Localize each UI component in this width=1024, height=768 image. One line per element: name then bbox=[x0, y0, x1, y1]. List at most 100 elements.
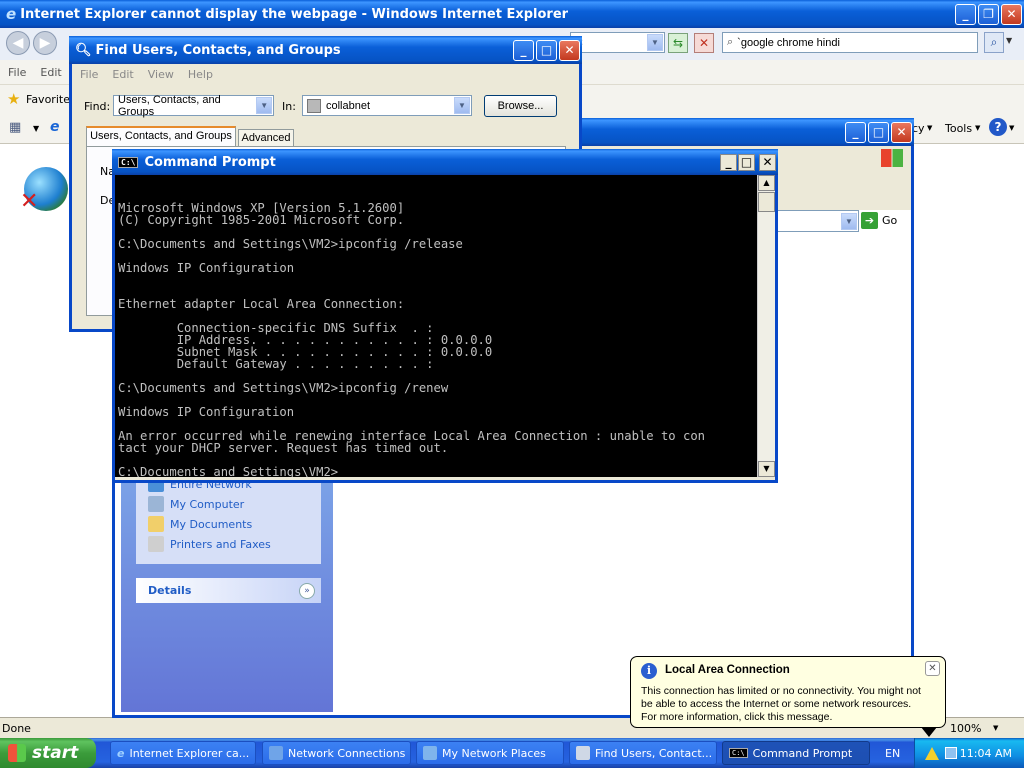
windows-logo-icon bbox=[8, 744, 26, 762]
cmd-line: (C) Copyright 1985-2001 Microsoft Corp. bbox=[118, 213, 405, 227]
explorer-address-bar[interactable]: ▼ bbox=[775, 210, 859, 232]
status-text: Done bbox=[2, 722, 31, 735]
task-find-icon bbox=[576, 746, 590, 760]
page-menu-arrow-icon[interactable]: ▼ bbox=[927, 124, 932, 132]
ie-minimize-button[interactable]: _ bbox=[955, 3, 976, 25]
ie-error-x-icon: ✕ bbox=[20, 189, 39, 214]
find-minimize-button[interactable]: _ bbox=[513, 39, 534, 61]
task-command-prompt[interactable]: C:\ Command Prompt bbox=[722, 741, 870, 765]
domain-icon bbox=[307, 98, 321, 113]
find-menu-file[interactable]: File bbox=[80, 68, 98, 81]
in-location-dropdown-icon[interactable]: ▼ bbox=[454, 97, 470, 114]
cmd-title-bar[interactable]: C:\ Command Prompt _ □ ✕ bbox=[112, 149, 778, 175]
cmd-maximize-button[interactable]: □ bbox=[738, 153, 755, 171]
cmd-output[interactable]: Microsoft Windows XP [Version 5.1.2600](… bbox=[115, 175, 757, 477]
balloon-close-button[interactable]: ✕ bbox=[925, 661, 940, 676]
find-menu-help[interactable]: Help bbox=[188, 68, 213, 81]
clock: 11:04 AM bbox=[959, 746, 1012, 760]
in-label: In: bbox=[282, 100, 296, 113]
explorer-close-button[interactable]: ✕ bbox=[891, 121, 912, 143]
details-expand-icon[interactable]: » bbox=[299, 582, 315, 599]
refresh-icon[interactable]: ⇆ bbox=[668, 33, 688, 53]
place-my-computer[interactable]: My Computer bbox=[148, 494, 244, 514]
find-maximize-button[interactable]: □ bbox=[536, 39, 557, 61]
ie-title: Internet Explorer cannot display the web… bbox=[20, 6, 569, 22]
search-input[interactable]: ⌕ `google chrome hindi bbox=[722, 32, 978, 53]
favorites-star-icon: ★ bbox=[7, 90, 21, 108]
cmd-minimize-button[interactable]: _ bbox=[720, 153, 737, 171]
quick-tabs-icon[interactable]: ▦ bbox=[9, 120, 21, 135]
balloon-line-1: This connection has limited or no connec… bbox=[641, 685, 921, 697]
cmd-window-icon: C:\ bbox=[118, 156, 139, 168]
scroll-thumb[interactable] bbox=[758, 192, 775, 212]
address-dropdown-icon[interactable]: ▼ bbox=[647, 34, 663, 51]
tray-network-icon[interactable] bbox=[945, 747, 957, 759]
ie-menu-file[interactable]: File bbox=[8, 66, 26, 79]
task-cmd-icon: C:\ bbox=[729, 748, 748, 758]
find-type-dropdown-icon[interactable]: ▼ bbox=[256, 97, 272, 114]
browse-button[interactable]: Browse... bbox=[484, 95, 557, 117]
explorer-task-pane: Entire Network My Computer My Documents … bbox=[121, 476, 333, 712]
cmd-line bbox=[118, 274, 757, 286]
taskbar: start e Internet Explorer ca... Network … bbox=[0, 738, 1024, 768]
language-indicator[interactable]: EN bbox=[885, 747, 900, 760]
page-tab-icon[interactable]: e bbox=[50, 119, 60, 135]
stop-icon[interactable]: ✕ bbox=[694, 33, 714, 53]
in-location-select[interactable]: collabnet ▼ bbox=[302, 95, 472, 116]
cmd-title: Command Prompt bbox=[144, 154, 276, 170]
scroll-down-icon[interactable]: ▼ bbox=[758, 461, 775, 477]
explorer-address-dropdown-icon[interactable]: ▼ bbox=[841, 212, 857, 230]
help-arrow-icon[interactable]: ▼ bbox=[1009, 124, 1014, 132]
find-type-select[interactable]: Users, Contacts, and Groups ▼ bbox=[113, 94, 274, 118]
scroll-up-icon[interactable]: ▲ bbox=[758, 175, 775, 191]
find-label: Find: bbox=[84, 100, 111, 113]
explorer-go-button[interactable]: ➔ Go bbox=[861, 212, 897, 229]
cmd-close-button[interactable]: ✕ bbox=[759, 153, 776, 171]
search-options-icon[interactable]: ▼ bbox=[1006, 36, 1012, 45]
explorer-maximize-button[interactable]: □ bbox=[868, 121, 889, 143]
task-ie[interactable]: e Internet Explorer ca... bbox=[110, 741, 256, 765]
task-network-connections[interactable]: Network Connections bbox=[262, 741, 411, 765]
back-icon[interactable]: ◀ bbox=[6, 31, 30, 55]
tab-users-contacts-groups[interactable]: Users, Contacts, and Groups bbox=[86, 126, 236, 146]
ie-restore-button[interactable]: ❐ bbox=[978, 3, 999, 25]
balloon-title: Local Area Connection bbox=[665, 664, 790, 676]
cmd-line: Default Gateway . . . . . . . . . : bbox=[118, 357, 434, 371]
cmd-line: tact your DHCP server. Request has timed… bbox=[118, 441, 449, 455]
find-close-button[interactable]: ✕ bbox=[559, 39, 580, 61]
cmd-lines: Microsoft Windows XP [Version 5.1.2600](… bbox=[118, 202, 757, 477]
ie-title-bar[interactable]: e Internet Explorer cannot display the w… bbox=[0, 0, 1024, 28]
cmd-scrollbar[interactable]: ▲ ▼ bbox=[757, 175, 775, 477]
details-panel-header[interactable]: Details » bbox=[136, 578, 321, 603]
cmd-line: Windows IP Configuration bbox=[118, 261, 295, 275]
ie-menu-edit[interactable]: Edit bbox=[40, 66, 61, 79]
task-find-users[interactable]: Find Users, Contact... bbox=[569, 741, 717, 765]
go-label: Go bbox=[882, 214, 898, 227]
tab-advanced[interactable]: Advanced bbox=[238, 129, 294, 147]
start-label: start bbox=[32, 743, 79, 763]
place-printers-faxes[interactable]: Printers and Faxes bbox=[148, 534, 271, 554]
find-menu-edit[interactable]: Edit bbox=[112, 68, 133, 81]
find-menu-view[interactable]: View bbox=[148, 68, 174, 81]
network-warning-icon[interactable] bbox=[925, 746, 939, 760]
tools-menu-label[interactable]: Tools bbox=[945, 122, 972, 135]
cmd-line: C:\Documents and Settings\VM2>ipconfig /… bbox=[118, 381, 449, 395]
tab-list-icon[interactable]: ▼ bbox=[33, 124, 39, 133]
search-go-icon[interactable]: ⌕ bbox=[984, 32, 1004, 53]
task-ie-icon: e bbox=[117, 746, 125, 760]
zoom-level[interactable]: 100% bbox=[950, 722, 981, 735]
explorer-minimize-button[interactable]: _ bbox=[845, 121, 866, 143]
address-bar[interactable]: C ▼ bbox=[570, 32, 665, 53]
start-button[interactable]: start bbox=[0, 738, 96, 768]
computer-icon bbox=[148, 496, 164, 512]
printer-icon bbox=[148, 536, 164, 552]
connection-balloon[interactable]: i Local Area Connection ✕ This connectio… bbox=[630, 656, 946, 737]
ie-close-button[interactable]: ✕ bbox=[1001, 3, 1022, 25]
place-my-documents[interactable]: My Documents bbox=[148, 514, 252, 534]
tools-menu-arrow-icon[interactable]: ▼ bbox=[975, 124, 980, 132]
help-icon[interactable]: ? bbox=[989, 118, 1007, 136]
find-title-bar[interactable]: 🔍︎ Find Users, Contacts, and Groups _ □ … bbox=[69, 36, 582, 64]
task-my-network-places[interactable]: My Network Places bbox=[416, 741, 564, 765]
forward-icon[interactable]: ▶ bbox=[33, 31, 57, 55]
zoom-arrow-icon[interactable]: ▼ bbox=[993, 724, 998, 732]
